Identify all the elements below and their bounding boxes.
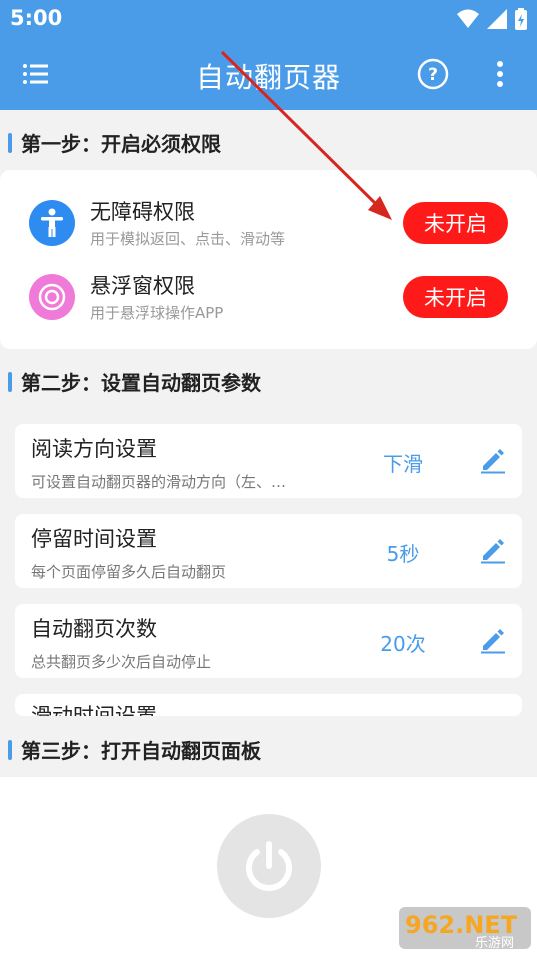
watermark-logo: 962.NET 乐游网 [399, 905, 531, 951]
param-card-page-count[interactable]: 自动翻页次数 总共翻页多少次后自动停止 20次 [15, 604, 522, 678]
permission-desc: 用于模拟返回、点击、滑动等 [90, 230, 286, 248]
step3-title: 第三步：打开自动翻页面板 [8, 735, 261, 764]
param-card-direction[interactable]: 阅读方向设置 可设置自动翻页器的滑动方向（左、… 下滑 [15, 424, 522, 498]
power-button[interactable] [217, 814, 321, 918]
battery-icon [515, 8, 527, 30]
main-content: 第一步：开启必须权限 无障碍权限 用于模拟返回、点击、滑动等 未开启 悬浮窗权限… [0, 110, 537, 777]
floating-ball-icon [29, 274, 75, 320]
wifi-icon [457, 9, 479, 28]
param-desc: 总共翻页多少次后自动停止 [31, 653, 212, 671]
param-value: 下滑 [383, 452, 423, 476]
section-bar [8, 371, 12, 392]
param-desc: 每个页面停留多久后自动翻页 [31, 563, 227, 581]
param-name: 自动翻页次数 [31, 617, 157, 641]
permission-name: 无障碍权限 [90, 200, 195, 224]
step1-title-text: 第一步：开启必须权限 [21, 132, 221, 156]
status-icons [457, 8, 527, 30]
param-value: 20次 [380, 632, 426, 656]
section-bar [8, 132, 12, 153]
power-icon [246, 841, 292, 891]
permissions-card: 无障碍权限 用于模拟返回、点击、滑动等 未开启 悬浮窗权限 用于悬浮球操作APP… [0, 170, 537, 349]
signal-icon [487, 9, 507, 29]
accessibility-icon [29, 200, 75, 246]
permission-row-overlay: 悬浮窗权限 用于悬浮球操作APP 未开启 [0, 262, 537, 332]
step1-title: 第一步：开启必须权限 [8, 128, 221, 157]
edit-icon[interactable] [479, 536, 507, 564]
status-bar: 5:00 [0, 0, 537, 38]
param-value: 5秒 [386, 542, 420, 566]
param-name: 阅读方向设置 [31, 437, 157, 461]
permission-desc: 用于悬浮球操作APP [90, 304, 224, 322]
watermark-sub: 乐游网 [475, 936, 514, 951]
edit-icon[interactable] [479, 626, 507, 654]
edit-icon[interactable] [479, 446, 507, 474]
step2-title: 第二步：设置自动翻页参数 [8, 367, 261, 396]
param-card-slide-time[interactable]: 滑动时间设置 [15, 694, 522, 716]
svg-text:?: ? [428, 65, 438, 85]
step2-title-text: 第二步：设置自动翻页参数 [21, 371, 261, 395]
permission-row-accessibility: 无障碍权限 用于模拟返回、点击、滑动等 未开启 [0, 188, 537, 258]
app-bar: 自动翻页器 ? [0, 38, 537, 110]
step3-title-text: 第三步：打开自动翻页面板 [21, 739, 261, 763]
param-desc: 可设置自动翻页器的滑动方向（左、… [31, 473, 287, 491]
status-time: 5:00 [10, 6, 63, 30]
help-icon[interactable]: ? [417, 58, 449, 90]
param-name: 滑动时间设置 [31, 704, 157, 716]
more-vert-icon[interactable] [490, 58, 510, 90]
param-name: 停留时间设置 [31, 527, 157, 551]
permission-name: 悬浮窗权限 [90, 274, 195, 298]
section-bar [8, 739, 12, 760]
enable-accessibility-button[interactable]: 未开启 [403, 202, 508, 244]
watermark-text: 962.NET [405, 911, 518, 939]
enable-overlay-button[interactable]: 未开启 [403, 276, 508, 318]
page-title: 自动翻页器 [195, 61, 341, 94]
param-card-stay-time[interactable]: 停留时间设置 每个页面停留多久后自动翻页 5秒 [15, 514, 522, 588]
